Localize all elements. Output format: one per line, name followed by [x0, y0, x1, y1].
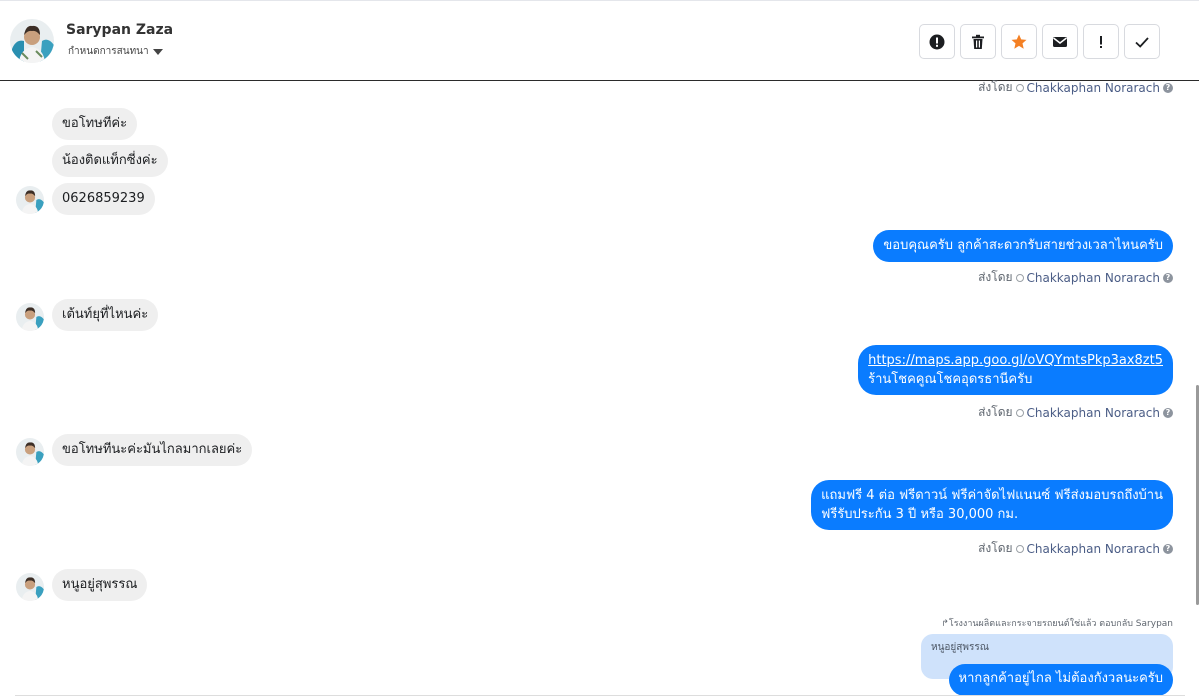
agent-name[interactable]: Chakkaphan Norarach — [1027, 81, 1160, 95]
report-button[interactable] — [919, 24, 955, 59]
sent-by-label: ส่งโดย — [978, 80, 1013, 94]
message-text: ร้านโชคคูณโชคอุดรธานีครับ — [868, 372, 1033, 387]
conversation-schedule-label: กำหนดการสนทนา — [68, 46, 149, 57]
sent-by-label: ส่งโดย — [978, 270, 1013, 284]
verified-icon — [1015, 273, 1024, 282]
contact-avatar-small — [16, 438, 44, 466]
help-icon[interactable]: ? — [1163, 543, 1173, 554]
contact-avatar-small — [16, 303, 44, 331]
incoming-message[interactable]: น้องติดแท็กซี่งค่ะ — [52, 145, 168, 177]
outgoing-message[interactable]: ขอบคุณครับ ลูกค้าสะดวกรับสายช่วงเวลาไหนค… — [873, 230, 1173, 262]
incoming-message[interactable]: เต้นท์ยุที่ไหนค่ะ — [52, 299, 159, 331]
conversation-toolbar — [919, 24, 1160, 59]
verified-icon — [1015, 408, 1024, 417]
star-button[interactable] — [1001, 24, 1037, 59]
star-icon — [1011, 34, 1027, 49]
trash-icon — [972, 34, 984, 49]
important-button[interactable] — [1083, 24, 1119, 59]
help-icon[interactable]: ? — [1163, 82, 1173, 93]
delete-button[interactable] — [960, 24, 996, 59]
mark-done-button[interactable] — [1124, 24, 1160, 59]
contact-avatar-small — [16, 573, 44, 601]
outgoing-message[interactable]: แถมฟรี 4 ต่อ ฟรีดาวน์ ฟรีค่าจัดไฟแนนซ์ ฟ… — [811, 480, 1173, 530]
incoming-message[interactable]: ขอโทษทีนะค่ะมันไกลมากเลยค่ะ — [52, 434, 253, 466]
incoming-message[interactable]: 0626859239 — [52, 183, 155, 215]
agent-name[interactable]: Chakkaphan Norarach — [1027, 271, 1160, 285]
conversation-schedule-dropdown[interactable]: กำหนดการสนทนา — [68, 44, 163, 59]
sent-by-label: ส่งโดย — [978, 405, 1013, 419]
help-icon[interactable]: ? — [1163, 407, 1173, 418]
reply-icon: ↱ — [941, 619, 949, 629]
help-icon[interactable]: ? — [1163, 272, 1173, 283]
check-icon — [1135, 36, 1149, 48]
incoming-message[interactable]: หนูอยู่สุพรรณ — [52, 569, 148, 601]
exclamation-icon — [1100, 35, 1102, 48]
contact-avatar-small — [16, 186, 44, 214]
message-sender-info: ส่งโดย Chakkaphan Norarach ? — [978, 268, 1173, 287]
conversation-header: Sarypan Zaza กำหนดการสนทนา — [0, 0, 1199, 81]
incoming-message[interactable]: ขอโทษทีค่ะ — [52, 108, 138, 140]
contact-avatar[interactable] — [10, 19, 54, 63]
sent-by-label: ส่งโดย — [978, 541, 1013, 555]
mail-icon — [1053, 36, 1067, 47]
outgoing-message[interactable]: หากลูกค้าอยู่ไกล ไม่ต้องกังวลนะครับ — [948, 664, 1173, 696]
map-link[interactable]: https://maps.app.goo.gl/oVQYmtsPkp3ax8zt… — [868, 353, 1163, 368]
contact-name: Sarypan Zaza — [66, 22, 174, 38]
verified-icon — [1015, 544, 1024, 553]
caret-down-icon — [152, 48, 163, 55]
message-sender-info: ส่งโดย Chakkaphan Norarach ? — [978, 78, 1173, 97]
message-sender-info: ส่งโดย Chakkaphan Norarach ? — [978, 403, 1173, 422]
scrollbar-thumb[interactable] — [1196, 385, 1199, 605]
message-sender-info: ส่งโดย Chakkaphan Norarach ? — [978, 539, 1173, 558]
composer-divider — [15, 695, 1185, 696]
agent-name[interactable]: Chakkaphan Norarach — [1027, 406, 1160, 420]
alert-circle-icon — [929, 34, 945, 49]
message-text: ฟรีรับประกัน 3 ปี หรือ 30,000 กม. — [821, 507, 1019, 522]
outgoing-message[interactable]: https://maps.app.goo.gl/oVQYmtsPkp3ax8zt… — [858, 345, 1173, 395]
agent-name[interactable]: Chakkaphan Norarach — [1027, 542, 1160, 556]
verified-icon — [1015, 83, 1024, 92]
reply-indicator: ↱โรงงานผลิตและกระจายรถยนต์ใช่แล้ว ตอบกลั… — [941, 619, 1173, 629]
message-text: แถมฟรี 4 ต่อ ฟรีดาวน์ ฟรีค่าจัดไฟแนนซ์ ฟ… — [821, 488, 1163, 503]
mark-unread-button[interactable] — [1042, 24, 1078, 59]
